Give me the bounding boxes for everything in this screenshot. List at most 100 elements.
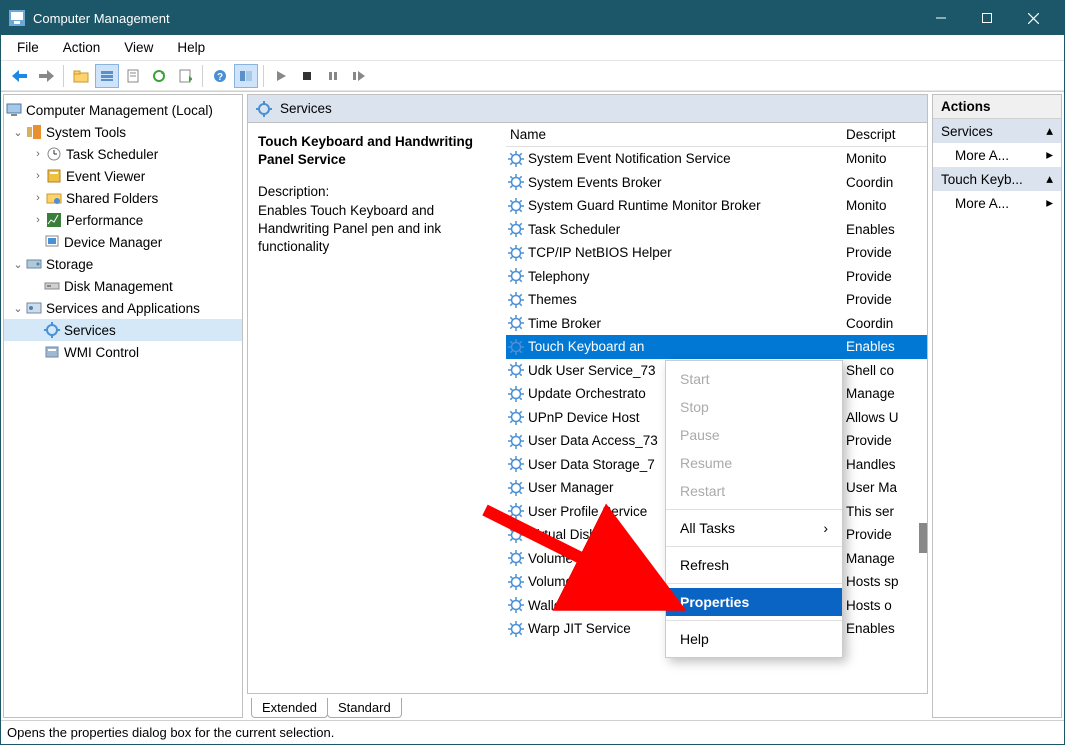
folder-button[interactable] xyxy=(69,64,93,88)
service-row[interactable]: System Events BrokerCoordin xyxy=(506,171,927,195)
event-viewer-icon xyxy=(46,168,62,184)
tree-wmi-control[interactable]: WMI Control xyxy=(64,345,139,360)
service-row[interactable]: Touch Keyboard anEnables xyxy=(506,335,927,359)
gear-icon xyxy=(508,198,524,214)
forward-button[interactable] xyxy=(34,64,58,88)
refresh-button[interactable] xyxy=(147,64,171,88)
tree-event-viewer[interactable]: Event Viewer xyxy=(66,169,145,184)
tree-root[interactable]: Computer Management (Local) xyxy=(26,103,213,118)
ctx-refresh[interactable]: Refresh xyxy=(666,551,842,579)
gear-icon xyxy=(508,480,524,496)
service-name-cell: System Event Notification Service xyxy=(528,151,731,166)
service-name-cell: Update Orchestrato xyxy=(528,386,646,401)
ctx-all-tasks[interactable]: All Tasks› xyxy=(666,514,842,542)
service-desc-cell: Provide xyxy=(846,292,927,307)
navigation-tree[interactable]: Computer Management (Local) ⌄ System Tool… xyxy=(3,94,243,718)
expand-icon[interactable]: › xyxy=(32,214,44,226)
service-desc-cell: Shell co xyxy=(846,363,927,378)
ctx-properties[interactable]: Properties xyxy=(666,588,842,616)
tab-extended[interactable]: Extended xyxy=(251,698,328,718)
service-name-cell: Themes xyxy=(528,292,577,307)
menu-action[interactable]: Action xyxy=(51,38,113,57)
tree-storage[interactable]: Storage xyxy=(46,257,93,272)
tree-services-apps[interactable]: Services and Applications xyxy=(46,301,200,316)
gear-icon xyxy=(508,245,524,261)
actions-section-selected[interactable]: Touch Keyb...▴ xyxy=(933,167,1061,191)
service-row[interactable]: Task SchedulerEnables xyxy=(506,218,927,242)
menu-view[interactable]: View xyxy=(112,38,165,57)
menu-file[interactable]: File xyxy=(5,38,51,57)
actions-section-services[interactable]: Services▴ xyxy=(933,119,1061,143)
statusbar-text: Opens the properties dialog box for the … xyxy=(7,725,334,740)
minimize-button[interactable] xyxy=(918,3,964,33)
gear-icon xyxy=(508,621,524,637)
service-name-cell: Warp JIT Service xyxy=(528,621,631,636)
actions-title: Actions xyxy=(933,95,1061,119)
service-row[interactable]: Themes Provide xyxy=(506,288,927,312)
service-name-cell: UPnP Device Host xyxy=(528,410,640,425)
service-row[interactable]: Time BrokerCoordin xyxy=(506,312,927,336)
service-name-cell: Telephony xyxy=(528,269,590,284)
detail-desc-label: Description: xyxy=(258,183,496,201)
view-details-button[interactable] xyxy=(95,64,119,88)
tree-device-manager[interactable]: Device Manager xyxy=(64,235,162,250)
service-row[interactable]: TCP/IP NetBIOS HelperProvide xyxy=(506,241,927,265)
tree-task-scheduler[interactable]: Task Scheduler xyxy=(66,147,158,162)
column-header-name[interactable]: Name xyxy=(506,127,846,142)
ctx-help[interactable]: Help xyxy=(666,625,842,653)
gear-icon xyxy=(508,292,524,308)
collapse-icon[interactable]: ⌄ xyxy=(12,126,24,139)
gear-icon xyxy=(508,151,524,167)
gear-icon xyxy=(508,386,524,402)
tree-system-tools[interactable]: System Tools xyxy=(46,125,126,140)
expand-icon[interactable]: › xyxy=(32,170,44,182)
collapse-icon[interactable]: ⌄ xyxy=(12,258,24,271)
stop-service-button[interactable] xyxy=(295,64,319,88)
service-name-cell: WalletService xyxy=(528,598,610,613)
actions-more-1[interactable]: More A...▸ xyxy=(933,143,1061,167)
gear-icon xyxy=(508,456,524,472)
ctx-start[interactable]: Start xyxy=(666,365,842,393)
pause-service-button[interactable] xyxy=(321,64,345,88)
ctx-resume[interactable]: Resume xyxy=(666,449,842,477)
menu-help[interactable]: Help xyxy=(165,38,217,57)
context-menu: Start Stop Pause Resume Restart All Task… xyxy=(665,360,843,658)
service-desc-cell: Handles xyxy=(846,457,927,472)
export-button[interactable] xyxy=(173,64,197,88)
service-desc-cell: Enables xyxy=(846,222,927,237)
service-row[interactable]: TelephonyProvide xyxy=(506,265,927,289)
close-button[interactable] xyxy=(1010,3,1056,33)
tree-disk-management[interactable]: Disk Management xyxy=(64,279,173,294)
expand-icon[interactable]: › xyxy=(32,192,44,204)
start-service-button[interactable] xyxy=(269,64,293,88)
vertical-scrollbar-thumb[interactable] xyxy=(919,523,927,553)
help-button[interactable]: ? xyxy=(208,64,232,88)
service-name-cell: System Guard Runtime Monitor Broker xyxy=(528,198,761,213)
tree-performance[interactable]: Performance xyxy=(66,213,143,228)
task-scheduler-icon xyxy=(46,146,62,162)
ctx-pause[interactable]: Pause xyxy=(666,421,842,449)
maximize-button[interactable] xyxy=(964,3,1010,33)
service-row[interactable]: System Event Notification ServiceMonito xyxy=(506,147,927,171)
svg-text:?: ? xyxy=(217,72,223,83)
gear-icon xyxy=(508,268,524,284)
collapse-icon[interactable]: ⌄ xyxy=(12,302,24,315)
back-button[interactable] xyxy=(8,64,32,88)
service-row[interactable]: System Guard Runtime Monitor BrokerMonit… xyxy=(506,194,927,218)
expand-icon[interactable]: › xyxy=(32,148,44,160)
tree-services[interactable]: Services xyxy=(64,323,116,338)
gear-icon xyxy=(508,503,524,519)
service-name-cell: Volumetric Audio xyxy=(528,574,629,589)
export-list-button[interactable] xyxy=(121,64,145,88)
column-header-description[interactable]: Descript xyxy=(846,127,927,142)
ctx-stop[interactable]: Stop xyxy=(666,393,842,421)
show-hide-button[interactable] xyxy=(234,64,258,88)
actions-more-2[interactable]: More A...▸ xyxy=(933,191,1061,215)
tab-standard[interactable]: Standard xyxy=(327,698,402,718)
ctx-restart[interactable]: Restart xyxy=(666,477,842,505)
tree-shared-folders[interactable]: Shared Folders xyxy=(66,191,158,206)
statusbar: Opens the properties dialog box for the … xyxy=(1,720,1064,744)
services-header: Services xyxy=(248,95,927,123)
restart-service-button[interactable] xyxy=(347,64,371,88)
shared-folders-icon xyxy=(46,190,62,206)
